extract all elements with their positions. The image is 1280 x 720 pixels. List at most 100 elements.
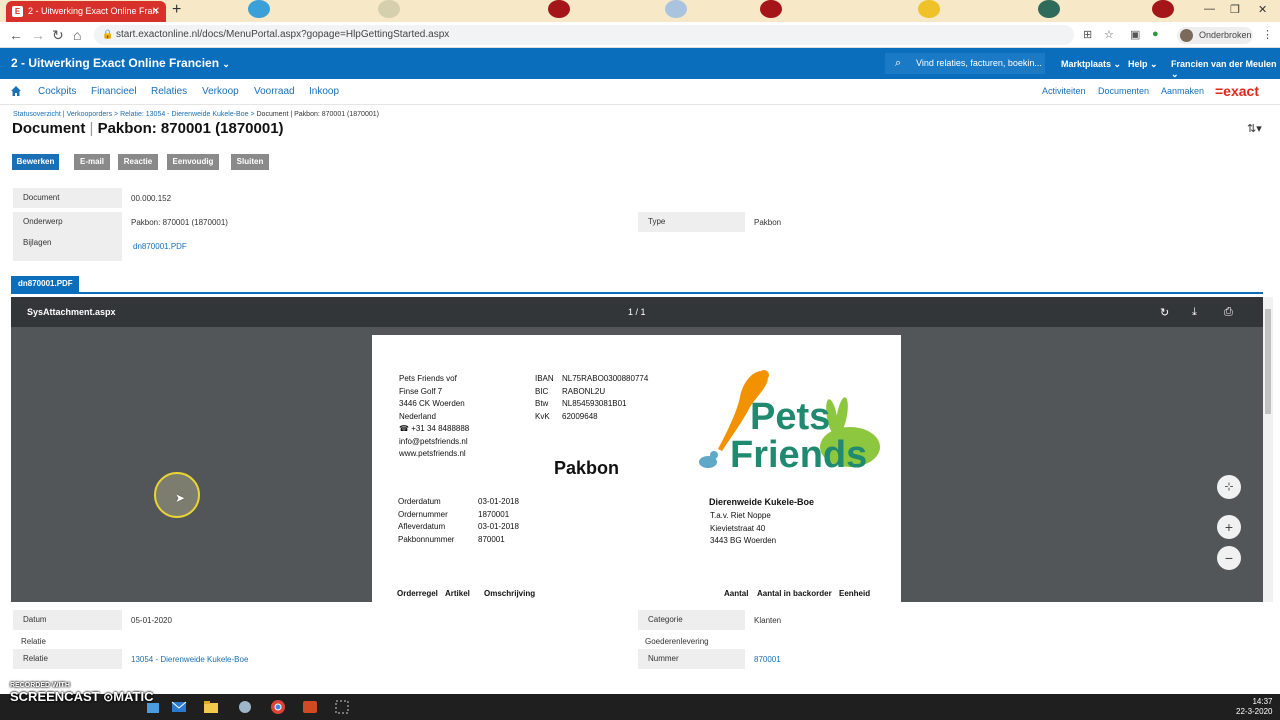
print-icon[interactable]: ⎙ [1224, 306, 1233, 319]
zoom-out-icon[interactable]: − [1217, 546, 1241, 570]
close-window-icon[interactable]: ✕ [1258, 3, 1267, 16]
menu-voorraad[interactable]: Voorraad [254, 86, 295, 97]
relatie-link[interactable]: 13054 - Dierenweide Kukele-Boe [131, 655, 248, 664]
app-header: 2 - Uitwerking Exact Online Francien ⌄ ⌕… [0, 48, 1280, 79]
close-tab-icon[interactable]: ✕ [152, 1, 160, 22]
restore-icon[interactable]: ❐ [1230, 3, 1240, 16]
order-values: 03-01-2018 1870001 03-01-2018 870001 [478, 496, 519, 546]
sort-icon[interactable]: ⇅▾ [1247, 122, 1262, 135]
menu-help[interactable]: Help ⌄ [1128, 59, 1158, 70]
home-browser-icon[interactable]: ⌂ [73, 27, 81, 43]
menu-user[interactable]: Francien van der Meulen ⌄ [1171, 59, 1280, 80]
menu-cockpits[interactable]: Cockpits [38, 86, 76, 97]
bank-labels: IBAN BIC Btw KvK [535, 373, 554, 423]
chrome-icon[interactable] [270, 699, 286, 715]
watermark-line1: RECORDED WITH [10, 682, 70, 689]
global-search-input[interactable]: ⌕ Vind relaties, facturen, boekin... [885, 53, 1045, 74]
breadcrumb-link[interactable]: Relatie: 13054 - Dierenweide Kukele-Boe [120, 111, 248, 118]
browser-tab-active[interactable]: E 2 - Uitwerking Exact Online Fran ✕ [6, 1, 166, 22]
bijlagen-link[interactable]: dn870001.PDF [133, 242, 187, 251]
order-value: 03-01-2018 [478, 522, 519, 531]
relatie-label: Relatie [13, 649, 122, 669]
pdf-toolbar: SysAttachment.aspx 1 / 1 ↻ ⤓ ⎙ [11, 297, 1263, 327]
pdf-viewer[interactable]: SysAttachment.aspx 1 / 1 ↻ ⤓ ⎙ Pets Frie… [11, 297, 1263, 602]
recipient-line: Kievietstraat 40 [710, 523, 766, 533]
pdf-filename: SysAttachment.aspx [27, 307, 116, 317]
onderwerp-label: Onderwerp [23, 217, 63, 226]
bank-label: IBAN [535, 374, 554, 383]
sluiten-button[interactable]: Sluiten [231, 154, 269, 170]
scrollbar-thumb[interactable] [1265, 309, 1271, 414]
attachment-tab[interactable]: dn870001.PDF [11, 276, 79, 292]
breadcrumb-link[interactable]: Verkooporders [67, 111, 113, 118]
categorie-label: Categorie [638, 610, 745, 630]
powerpoint-icon[interactable] [302, 699, 318, 715]
company-switcher[interactable]: 2 - Uitwerking Exact Online Francien ⌄ [11, 56, 230, 70]
taskbar-clock[interactable]: 14:37 22-3-2020 [1236, 697, 1272, 717]
address-bar[interactable]: 🔒 start.exactonline.nl/docs/MenuPortal.a… [94, 25, 1074, 45]
snipping-tool-icon[interactable] [237, 699, 253, 715]
download-icon[interactable]: ⤓ [1192, 306, 1197, 319]
menu-user-label: Francien van der Meulen [1171, 59, 1277, 69]
table-header-orderregel: Orderregel [397, 589, 438, 598]
back-icon[interactable]: ← [9, 27, 23, 43]
menu-aanmaken[interactable]: Aanmaken [1161, 86, 1204, 96]
search-placeholder: Vind relaties, facturen, boekin... [916, 58, 1042, 68]
file-explorer-icon[interactable] [203, 699, 219, 715]
menu-relaties[interactable]: Relaties [151, 86, 187, 97]
breadcrumb-link[interactable]: Statusoverzicht [13, 111, 61, 118]
browser-tab-title: 2 - Uitwerking Exact Online Fran [28, 6, 158, 16]
translate-icon[interactable]: ⊞ [1083, 28, 1092, 41]
logo-text-friends: Friends [730, 434, 867, 476]
reload-icon[interactable]: ↻ [52, 27, 64, 44]
grammarly-icon[interactable]: ● [1152, 28, 1159, 40]
onderwerp-label-box: Onderwerp [13, 212, 122, 261]
home-icon[interactable] [10, 85, 22, 97]
email-button[interactable]: E-mail [74, 154, 110, 170]
minimize-icon[interactable]: — [1204, 3, 1215, 15]
viewer-scrollbar[interactable] [1263, 297, 1273, 602]
extension-icon[interactable]: ▣ [1130, 28, 1140, 41]
mouse-cursor-icon: ➤ [175, 491, 186, 505]
datum-value: 05-01-2020 [131, 616, 172, 625]
menu-marktplaats[interactable]: Marktplaats ⌄ [1061, 59, 1121, 70]
menu-help-label: Help [1128, 59, 1148, 69]
zoom-in-icon[interactable]: + [1217, 515, 1241, 539]
search-icon: ⌕ [895, 57, 902, 69]
profile-button[interactable]: Onderbroken [1177, 27, 1253, 44]
menu-verkoop[interactable]: Verkoop [202, 86, 239, 97]
theme-ornament [1038, 0, 1060, 18]
theme-ornament [918, 0, 940, 18]
eenvoudig-button[interactable]: Eenvoudig [167, 154, 219, 170]
reactie-button[interactable]: Reactie [118, 154, 158, 170]
bewerken-button[interactable]: Bewerken [12, 154, 59, 170]
menu-inkoop[interactable]: Inkoop [309, 86, 339, 97]
sender-phone: ☎ +31 34 8488888 [399, 424, 470, 433]
exact-favicon-icon: E [12, 6, 23, 17]
bookmark-star-icon[interactable]: ☆ [1104, 28, 1114, 41]
bank-value: NL854593081B01 [562, 399, 627, 408]
forward-icon[interactable]: → [31, 27, 45, 43]
screen-capture-icon[interactable] [334, 699, 350, 715]
sender-line: 3446 CK Woerden [399, 399, 465, 408]
menu-documenten[interactable]: Documenten [1098, 86, 1149, 96]
type-label: Type [638, 212, 745, 232]
browser-tab-bar: E 2 - Uitwerking Exact Online Fran ✕ + —… [0, 0, 1280, 22]
new-tab-icon[interactable]: + [172, 1, 181, 19]
theme-ornament [248, 0, 270, 18]
exact-logo[interactable]: =exact [1215, 83, 1259, 99]
url-text: start.exactonline.nl/docs/MenuPortal.asp… [116, 29, 450, 40]
menu-financieel[interactable]: Financieel [91, 86, 137, 97]
page-title-prefix: Document [12, 120, 86, 137]
menu-activiteiten[interactable]: Activiteiten [1042, 86, 1086, 96]
nummer-link[interactable]: 870001 [754, 655, 781, 664]
fit-page-icon[interactable]: ⊹ [1217, 475, 1241, 499]
rotate-icon[interactable]: ↻ [1160, 306, 1169, 319]
theme-ornament [665, 0, 687, 18]
mail-icon[interactable] [171, 699, 187, 715]
order-value: 870001 [478, 534, 505, 544]
table-header-omschrijving: Omschrijving [484, 589, 536, 598]
watermark-brand: SCREENCAST [10, 689, 100, 704]
browser-toolbar: ← → ↻ ⌂ 🔒 start.exactonline.nl/docs/Menu… [0, 22, 1280, 48]
browser-menu-icon[interactable]: ⋮ [1262, 28, 1273, 41]
